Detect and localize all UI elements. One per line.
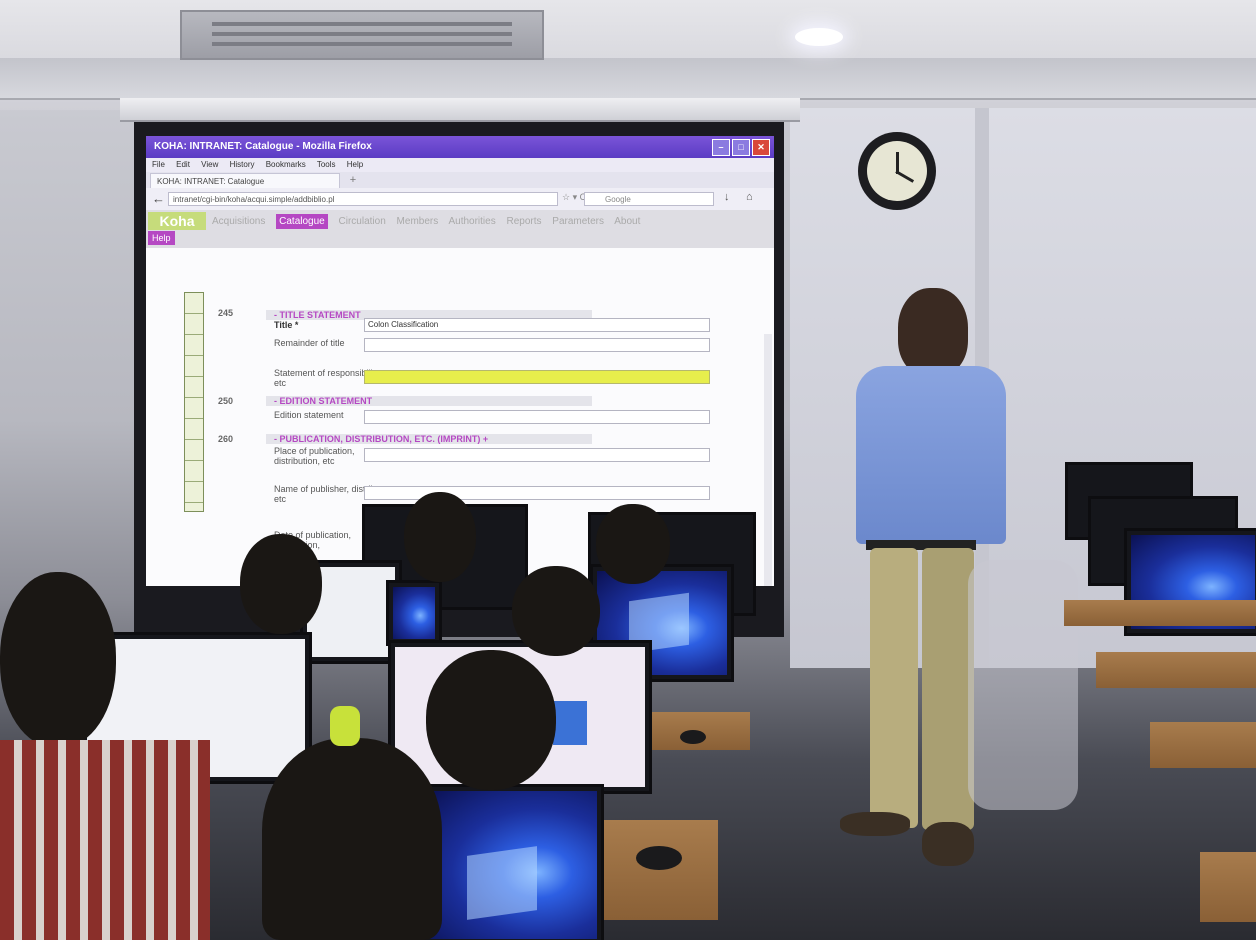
student-head-1 (240, 534, 322, 634)
monitor-row2-a (386, 580, 442, 646)
desk-center-front (600, 820, 718, 920)
home-icon[interactable]: ⌂ (746, 191, 753, 203)
desk-right-3 (1150, 722, 1256, 768)
mouse (636, 846, 682, 870)
koha-navigation: Koha Acquisitions Catalogue Circulation … (146, 210, 774, 248)
window-title-text: KOHA: INTRANET: Catalogue - Mozilla Fire… (154, 141, 372, 152)
menu-help[interactable]: Help (347, 160, 363, 169)
help-button[interactable]: Help (148, 231, 175, 245)
nav-acquisitions[interactable]: Acquisitions (212, 216, 265, 227)
student-head-6 (0, 572, 116, 748)
menu-bar: File Edit View History Bookmarks Tools H… (146, 158, 774, 172)
koha-logo: Koha (148, 212, 206, 230)
tag-250-heading: - EDITION STATEMENT (266, 396, 592, 406)
tag-260-number: 260 (218, 434, 234, 444)
ac-vent (180, 10, 544, 60)
title-input[interactable]: Colon Classification (364, 318, 710, 332)
window-title: KOHA: INTRANET: Catalogue - Mozilla Fire… (146, 136, 774, 158)
tag-250-number: 250 (218, 396, 234, 406)
monitor-bottom-center (420, 784, 604, 940)
student-head-2 (404, 492, 476, 582)
desk-right (1064, 600, 1256, 626)
student-striped-shirt (0, 740, 210, 940)
maximize-icon[interactable]: □ (732, 139, 750, 156)
nav-about[interactable]: About (614, 216, 640, 227)
nav-circulation[interactable]: Circulation (339, 216, 386, 227)
edition-input[interactable] (364, 410, 710, 424)
tab-bar: KOHA: INTRANET: Catalogue + (146, 172, 774, 188)
student-head-7 (262, 738, 442, 940)
menu-history[interactable]: History (230, 160, 255, 169)
desk-right-4 (1200, 852, 1256, 922)
url-field[interactable]: intranet/cgi-bin/koha/acqui.simple/addbi… (168, 192, 558, 206)
field-tab-column (184, 292, 204, 512)
title-label: Title * (274, 320, 299, 330)
place-input[interactable] (364, 448, 710, 462)
close-icon[interactable]: ✕ (752, 139, 770, 156)
projector-screen-housing (120, 98, 800, 122)
ceiling-light (795, 28, 843, 46)
ceiling-beam (0, 58, 1256, 100)
koha-nav-items: Acquisitions Catalogue Circulation Membe… (212, 214, 648, 229)
wall-clock-icon (858, 132, 936, 210)
menu-file[interactable]: File (152, 160, 165, 169)
reload-icon[interactable]: ☆ ▾ C (562, 192, 586, 203)
browser-tab[interactable]: KOHA: INTRANET: Catalogue (150, 173, 340, 188)
tag-260-heading: - PUBLICATION, DISTRIBUTION, ETC. (IMPRI… (266, 434, 592, 444)
student-head-3 (596, 504, 670, 584)
statement-input[interactable] (364, 370, 710, 384)
nav-parameters[interactable]: Parameters (552, 216, 604, 227)
window-controls: – □ ✕ (712, 139, 770, 156)
menu-tools[interactable]: Tools (317, 160, 336, 169)
nav-members[interactable]: Members (397, 216, 439, 227)
nav-reports[interactable]: Reports (507, 216, 542, 227)
menu-edit[interactable]: Edit (176, 160, 190, 169)
student-head-5 (426, 650, 556, 790)
plastic-chair (968, 560, 1078, 810)
desk-right-2 (1096, 652, 1256, 688)
navigation-bar: ← intranet/cgi-bin/koha/acqui.simple/add… (146, 188, 774, 210)
mouse-2 (680, 730, 706, 744)
water-bottle (330, 706, 360, 746)
publisher-input[interactable] (364, 486, 710, 500)
search-field[interactable]: Google (584, 192, 714, 206)
classroom-scene: KOHA: INTRANET: Catalogue - Mozilla Fire… (0, 0, 1256, 940)
download-icon[interactable]: ↓ (724, 191, 730, 203)
tag-245-number: 245 (218, 308, 234, 318)
remainder-input[interactable] (364, 338, 710, 352)
vertical-scrollbar[interactable] (764, 334, 772, 586)
menu-view[interactable]: View (201, 160, 218, 169)
nav-catalogue[interactable]: Catalogue (276, 214, 328, 229)
menu-bookmarks[interactable]: Bookmarks (266, 160, 306, 169)
new-tab-icon[interactable]: + (344, 174, 362, 187)
student-head-4 (512, 566, 600, 656)
back-arrow-icon[interactable]: ← (152, 191, 165, 206)
minimize-icon[interactable]: – (712, 139, 730, 156)
nav-authorities[interactable]: Authorities (448, 216, 495, 227)
